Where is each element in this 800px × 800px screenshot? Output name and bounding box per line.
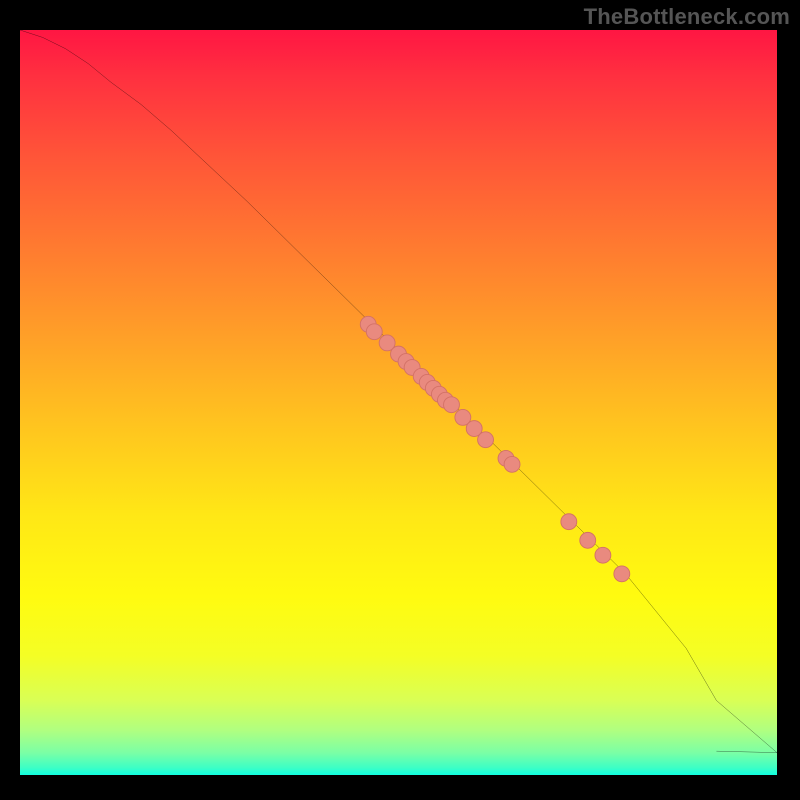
chart-stage: TheBottleneck.com [0,0,800,800]
marker-dot [366,324,382,340]
marker-dot [444,397,460,413]
marker-dot [614,566,630,582]
plot-area [20,30,777,775]
marker-dot [595,547,611,563]
marker-group [360,316,629,581]
watermark-text: TheBottleneck.com [584,4,790,30]
curve-line [20,30,777,753]
marker-dot [580,532,596,548]
marker-dot [504,456,520,472]
frame-left [0,0,20,800]
frame-right [777,0,800,800]
chart-overlay [20,30,777,775]
marker-dot [561,514,577,530]
frame-bottom [0,775,800,800]
curve-tail [716,751,777,752]
marker-dot [478,432,494,448]
